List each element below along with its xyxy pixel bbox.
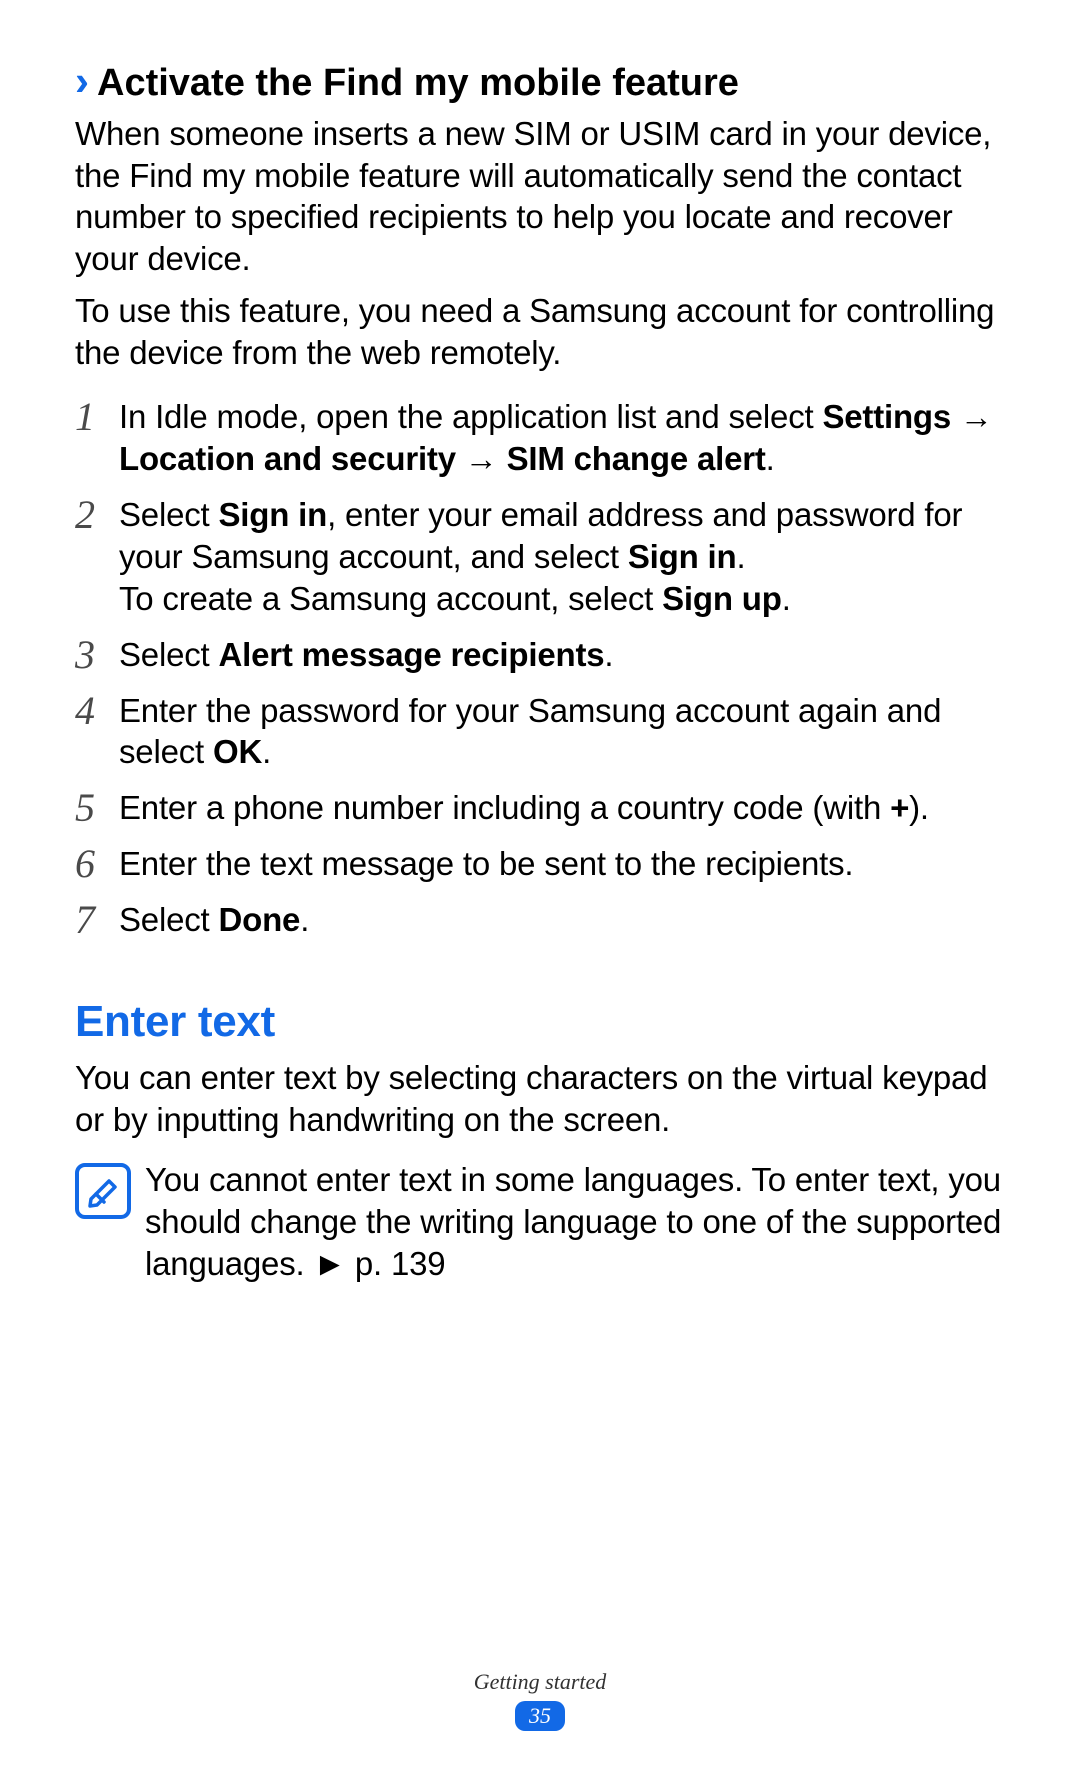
document-page: › Activate the Find my mobile feature Wh… — [0, 0, 1080, 1771]
step-text: Select — [119, 901, 219, 938]
step-body: Enter the password for your Samsung acco… — [119, 690, 1005, 774]
step-text: To create a Samsung account, select — [119, 580, 662, 617]
step-text: . — [736, 538, 745, 575]
step-bold: Done — [219, 901, 301, 938]
intro-paragraph-2: To use this feature, you need a Samsung … — [75, 290, 1005, 374]
step-7: 7 Select Done. — [75, 899, 1005, 941]
step-6: 6 Enter the text message to be sent to t… — [75, 843, 1005, 885]
step-bold: Sign in — [219, 496, 328, 533]
step-text: Select — [119, 496, 219, 533]
step-number: 2 — [75, 494, 119, 536]
footer-chapter: Getting started — [0, 1669, 1080, 1695]
step-bold: OK — [213, 733, 262, 770]
step-4: 4 Enter the password for your Samsung ac… — [75, 690, 1005, 774]
step-text: ). — [909, 789, 929, 826]
intro-paragraph-1: When someone inserts a new SIM or USIM c… — [75, 113, 1005, 281]
step-body: Enter the text message to be sent to the… — [119, 843, 853, 885]
note-text: You cannot enter text in some languages.… — [145, 1159, 1005, 1285]
subsection-title: Activate the Find my mobile feature — [97, 61, 739, 107]
note-icon — [75, 1163, 131, 1219]
step-bold: Alert message recipients — [219, 636, 605, 673]
step-number: 3 — [75, 634, 119, 676]
step-body: Select Sign in, enter your email address… — [119, 494, 1005, 620]
step-bold: Sign in — [628, 538, 737, 575]
step-text: . — [766, 440, 775, 477]
step-number: 1 — [75, 396, 119, 438]
step-text: Select — [119, 636, 219, 673]
step-text: Enter a phone number including a country… — [119, 789, 890, 826]
step-number: 4 — [75, 690, 119, 732]
step-number: 7 — [75, 899, 119, 941]
step-text: . — [262, 733, 271, 770]
step-text: In Idle mode, open the application list … — [119, 398, 822, 435]
chevron-right-icon: › — [75, 60, 89, 102]
step-1: 1 In Idle mode, open the application lis… — [75, 396, 1005, 480]
step-body: Enter a phone number including a country… — [119, 787, 929, 829]
step-number: 5 — [75, 787, 119, 829]
step-bold: Sign up — [662, 580, 782, 617]
step-body: Select Alert message recipients. — [119, 634, 613, 676]
step-3: 3 Select Alert message recipients. — [75, 634, 1005, 676]
step-2: 2 Select Sign in, enter your email addre… — [75, 494, 1005, 620]
steps-list: 1 In Idle mode, open the application lis… — [75, 396, 1005, 941]
step-5: 5 Enter a phone number including a count… — [75, 787, 1005, 829]
step-number: 6 — [75, 843, 119, 885]
section-intro: You can enter text by selecting characte… — [75, 1057, 1005, 1141]
step-text: . — [300, 901, 309, 938]
subsection-heading: › Activate the Find my mobile feature — [75, 60, 1005, 107]
section-title: Enter text — [75, 997, 1005, 1047]
step-body: Select Done. — [119, 899, 309, 941]
step-bold: + — [890, 789, 909, 826]
step-text: Enter the text message to be sent to the… — [119, 845, 853, 882]
step-text: . — [604, 636, 613, 673]
page-number: 35 — [515, 1701, 565, 1731]
note-block: You cannot enter text in some languages.… — [75, 1159, 1005, 1285]
page-footer: Getting started 35 — [0, 1669, 1080, 1731]
step-body: In Idle mode, open the application list … — [119, 396, 1005, 480]
step-text: . — [782, 580, 791, 617]
